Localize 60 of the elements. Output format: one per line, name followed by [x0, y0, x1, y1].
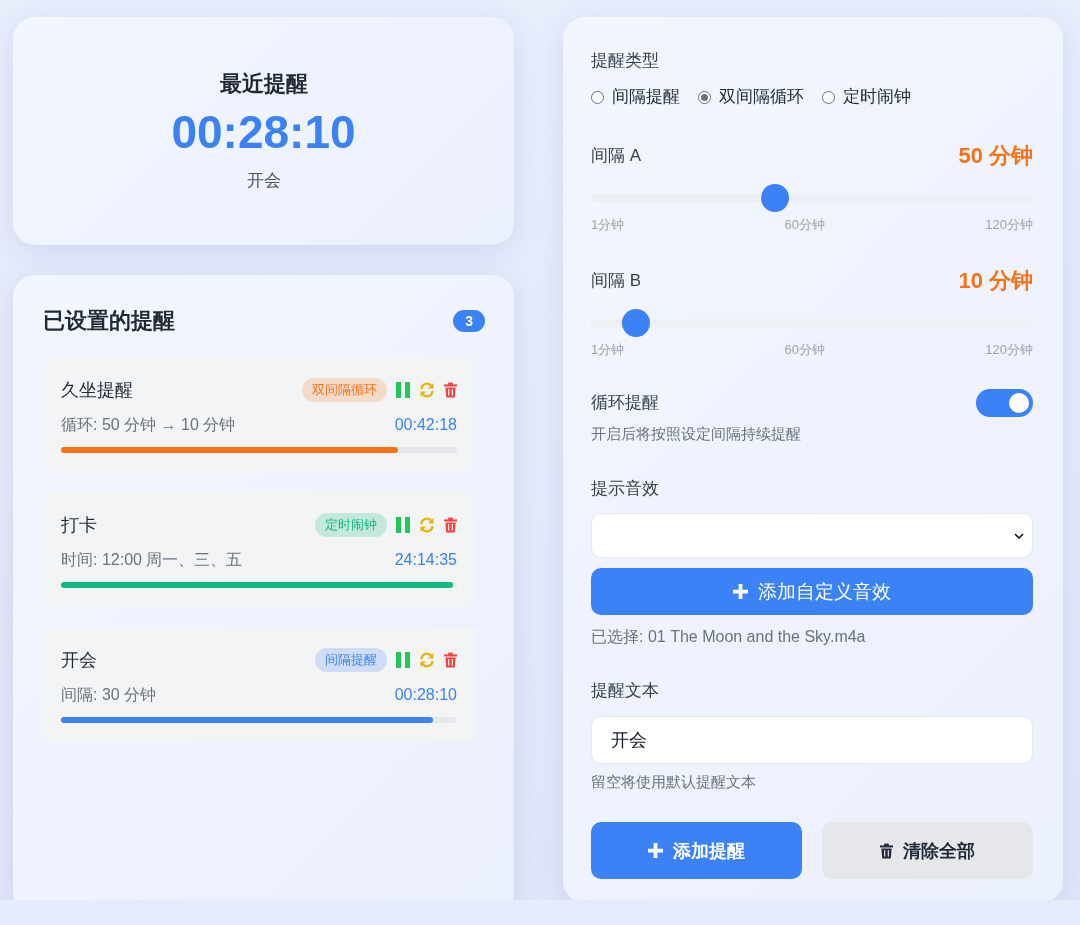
reminder-detail: 循环: 50 分钟 → 10 分钟 [61, 415, 236, 435]
radio-button[interactable] [698, 90, 711, 104]
type-tag: 定时闹钟 [315, 513, 387, 537]
countdown-timer: 00:28:10 [171, 105, 356, 160]
refresh-icon[interactable] [419, 652, 435, 668]
reminder-list-title: 已设置的提醒 [43, 307, 175, 335]
trash-icon[interactable] [444, 517, 457, 533]
count-badge: 3 [453, 310, 485, 332]
tick-label: 120分钟 [985, 341, 1033, 359]
slider-thumb[interactable] [622, 309, 651, 337]
refresh-icon[interactable] [419, 517, 435, 533]
radio-button[interactable] [822, 90, 835, 104]
slider-label: 间隔 B [591, 270, 642, 292]
tick-label: 1分钟 [591, 341, 625, 359]
plus-icon [733, 584, 748, 599]
slider-label: 间隔 A [591, 145, 642, 167]
slider-value: 10 分钟 [958, 267, 1033, 295]
pause-icon[interactable] [396, 652, 410, 668]
radio-label[interactable]: 双间隔循环 [719, 85, 804, 109]
chevron-down-icon [1014, 532, 1024, 539]
pause-icon[interactable] [396, 517, 410, 533]
remaining-time: 24:14:35 [394, 550, 457, 570]
add-sound-button[interactable]: 添加自定义音效 [591, 568, 1033, 615]
toggle-switch[interactable] [976, 389, 1033, 417]
loop-label: 循环提醒 [591, 392, 659, 414]
slider-thumb[interactable] [760, 184, 789, 212]
reminder-detail: 间隔: 30 分钟 [61, 685, 157, 705]
sound-label: 提示音效 [591, 478, 660, 500]
tick-label: 120分钟 [985, 216, 1033, 234]
tick-label: 1分钟 [591, 216, 625, 234]
pause-icon[interactable] [396, 382, 410, 398]
tick-label: 60分钟 [784, 341, 825, 359]
reminder-name: 开会 [61, 649, 97, 672]
next-reminder-name: 开会 [246, 170, 281, 192]
reminder-name: 久坐提醒 [61, 379, 133, 402]
loop-hint: 开启后将按照设定间隔持续提醒 [591, 424, 802, 444]
tick-label: 60分钟 [784, 216, 825, 234]
type-label: 提醒类型 [591, 50, 660, 72]
text-label: 提醒文本 [591, 680, 660, 702]
type-tag: 间隔提醒 [315, 648, 387, 672]
refresh-icon[interactable] [419, 382, 435, 398]
plus-icon [648, 843, 663, 858]
remaining-time: 00:28:10 [394, 685, 457, 705]
text-hint: 留空将使用默认提醒文本 [591, 772, 757, 792]
reminder-text-input[interactable]: 开会 [591, 716, 1033, 764]
trash-icon[interactable] [444, 382, 457, 398]
remaining-time: 00:42:18 [394, 415, 457, 435]
clear-all-button[interactable]: 清除全部 [822, 822, 1033, 879]
radio-label[interactable]: 定时闹钟 [843, 85, 911, 109]
radio-button[interactable] [591, 90, 604, 104]
next-reminder-title: 最近提醒 [219, 70, 308, 98]
reminder-detail: 时间: 12:00 周一、三、五 [61, 550, 243, 570]
trash-icon[interactable] [444, 652, 457, 668]
type-tag: 双间隔循环 [302, 378, 387, 402]
trash-icon [880, 842, 893, 859]
reminder-name: 打卡 [61, 514, 97, 537]
selected-file: 已选择: 01 The Moon and the Sky.m4a [591, 627, 867, 647]
radio-label[interactable]: 间隔提醒 [612, 85, 680, 109]
add-reminder-button[interactable]: 添加提醒 [591, 822, 802, 879]
slider-value: 50 分钟 [958, 142, 1033, 170]
